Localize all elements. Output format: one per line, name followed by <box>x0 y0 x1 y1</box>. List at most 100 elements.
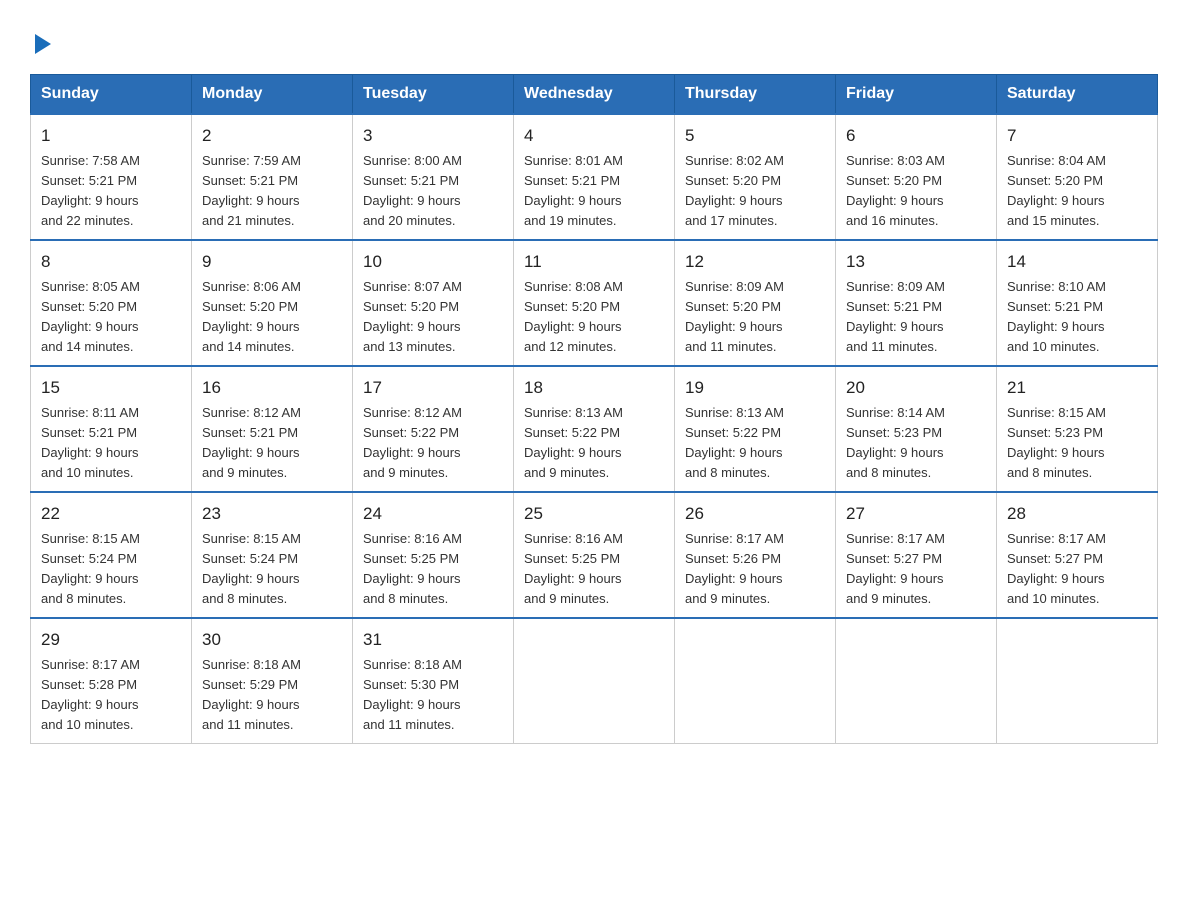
weekday-header-sunday: Sunday <box>31 75 192 115</box>
day-info: Sunrise: 8:17 AMSunset: 5:28 PMDaylight:… <box>41 655 181 736</box>
day-number: 29 <box>41 627 181 653</box>
day-number: 2 <box>202 123 342 149</box>
calendar-cell: 1 Sunrise: 7:58 AMSunset: 5:21 PMDayligh… <box>31 114 192 240</box>
day-info: Sunrise: 8:15 AMSunset: 5:24 PMDaylight:… <box>41 529 181 610</box>
calendar-cell: 15 Sunrise: 8:11 AMSunset: 5:21 PMDaylig… <box>31 366 192 492</box>
day-info: Sunrise: 8:09 AMSunset: 5:21 PMDaylight:… <box>846 277 986 358</box>
day-number: 25 <box>524 501 664 527</box>
calendar-table: SundayMondayTuesdayWednesdayThursdayFrid… <box>30 74 1158 744</box>
calendar-cell: 2 Sunrise: 7:59 AMSunset: 5:21 PMDayligh… <box>192 114 353 240</box>
weekday-header-saturday: Saturday <box>997 75 1158 115</box>
day-info: Sunrise: 8:03 AMSunset: 5:20 PMDaylight:… <box>846 151 986 232</box>
day-number: 24 <box>363 501 503 527</box>
calendar-cell: 12 Sunrise: 8:09 AMSunset: 5:20 PMDaylig… <box>675 240 836 366</box>
day-info: Sunrise: 8:01 AMSunset: 5:21 PMDaylight:… <box>524 151 664 232</box>
calendar-cell: 19 Sunrise: 8:13 AMSunset: 5:22 PMDaylig… <box>675 366 836 492</box>
day-number: 28 <box>1007 501 1147 527</box>
day-info: Sunrise: 7:58 AMSunset: 5:21 PMDaylight:… <box>41 151 181 232</box>
day-info: Sunrise: 8:15 AMSunset: 5:24 PMDaylight:… <box>202 529 342 610</box>
calendar-week-1: 1 Sunrise: 7:58 AMSunset: 5:21 PMDayligh… <box>31 114 1158 240</box>
calendar-cell: 11 Sunrise: 8:08 AMSunset: 5:20 PMDaylig… <box>514 240 675 366</box>
day-number: 10 <box>363 249 503 275</box>
day-number: 20 <box>846 375 986 401</box>
day-number: 3 <box>363 123 503 149</box>
day-number: 15 <box>41 375 181 401</box>
weekday-header-wednesday: Wednesday <box>514 75 675 115</box>
day-number: 7 <box>1007 123 1147 149</box>
logo-general-text <box>30 28 51 56</box>
day-number: 31 <box>363 627 503 653</box>
day-info: Sunrise: 8:04 AMSunset: 5:20 PMDaylight:… <box>1007 151 1147 232</box>
day-number: 19 <box>685 375 825 401</box>
day-number: 21 <box>1007 375 1147 401</box>
calendar-cell: 24 Sunrise: 8:16 AMSunset: 5:25 PMDaylig… <box>353 492 514 618</box>
day-number: 6 <box>846 123 986 149</box>
calendar-cell <box>675 618 836 744</box>
calendar-cell: 17 Sunrise: 8:12 AMSunset: 5:22 PMDaylig… <box>353 366 514 492</box>
calendar-cell: 30 Sunrise: 8:18 AMSunset: 5:29 PMDaylig… <box>192 618 353 744</box>
day-info: Sunrise: 8:09 AMSunset: 5:20 PMDaylight:… <box>685 277 825 358</box>
calendar-cell: 6 Sunrise: 8:03 AMSunset: 5:20 PMDayligh… <box>836 114 997 240</box>
calendar-cell: 7 Sunrise: 8:04 AMSunset: 5:20 PMDayligh… <box>997 114 1158 240</box>
day-info: Sunrise: 8:16 AMSunset: 5:25 PMDaylight:… <box>524 529 664 610</box>
day-number: 1 <box>41 123 181 149</box>
weekday-header-thursday: Thursday <box>675 75 836 115</box>
day-info: Sunrise: 8:00 AMSunset: 5:21 PMDaylight:… <box>363 151 503 232</box>
calendar-cell: 22 Sunrise: 8:15 AMSunset: 5:24 PMDaylig… <box>31 492 192 618</box>
day-info: Sunrise: 8:16 AMSunset: 5:25 PMDaylight:… <box>363 529 503 610</box>
calendar-cell: 8 Sunrise: 8:05 AMSunset: 5:20 PMDayligh… <box>31 240 192 366</box>
day-number: 18 <box>524 375 664 401</box>
day-info: Sunrise: 8:11 AMSunset: 5:21 PMDaylight:… <box>41 403 181 484</box>
calendar-cell: 3 Sunrise: 8:00 AMSunset: 5:21 PMDayligh… <box>353 114 514 240</box>
day-info: Sunrise: 7:59 AMSunset: 5:21 PMDaylight:… <box>202 151 342 232</box>
day-info: Sunrise: 8:06 AMSunset: 5:20 PMDaylight:… <box>202 277 342 358</box>
calendar-cell: 16 Sunrise: 8:12 AMSunset: 5:21 PMDaylig… <box>192 366 353 492</box>
day-number: 11 <box>524 249 664 275</box>
calendar-cell: 28 Sunrise: 8:17 AMSunset: 5:27 PMDaylig… <box>997 492 1158 618</box>
calendar-cell <box>997 618 1158 744</box>
day-number: 8 <box>41 249 181 275</box>
day-info: Sunrise: 8:12 AMSunset: 5:22 PMDaylight:… <box>363 403 503 484</box>
day-number: 14 <box>1007 249 1147 275</box>
day-info: Sunrise: 8:10 AMSunset: 5:21 PMDaylight:… <box>1007 277 1147 358</box>
calendar-cell: 18 Sunrise: 8:13 AMSunset: 5:22 PMDaylig… <box>514 366 675 492</box>
day-info: Sunrise: 8:13 AMSunset: 5:22 PMDaylight:… <box>685 403 825 484</box>
day-number: 30 <box>202 627 342 653</box>
calendar-week-5: 29 Sunrise: 8:17 AMSunset: 5:28 PMDaylig… <box>31 618 1158 744</box>
day-info: Sunrise: 8:18 AMSunset: 5:29 PMDaylight:… <box>202 655 342 736</box>
calendar-cell: 21 Sunrise: 8:15 AMSunset: 5:23 PMDaylig… <box>997 366 1158 492</box>
calendar-week-3: 15 Sunrise: 8:11 AMSunset: 5:21 PMDaylig… <box>31 366 1158 492</box>
day-info: Sunrise: 8:12 AMSunset: 5:21 PMDaylight:… <box>202 403 342 484</box>
calendar-cell: 9 Sunrise: 8:06 AMSunset: 5:20 PMDayligh… <box>192 240 353 366</box>
day-number: 12 <box>685 249 825 275</box>
weekday-header-friday: Friday <box>836 75 997 115</box>
day-info: Sunrise: 8:05 AMSunset: 5:20 PMDaylight:… <box>41 277 181 358</box>
calendar-cell: 14 Sunrise: 8:10 AMSunset: 5:21 PMDaylig… <box>997 240 1158 366</box>
day-number: 22 <box>41 501 181 527</box>
weekday-header-tuesday: Tuesday <box>353 75 514 115</box>
logo <box>30 20 51 56</box>
day-number: 26 <box>685 501 825 527</box>
day-info: Sunrise: 8:18 AMSunset: 5:30 PMDaylight:… <box>363 655 503 736</box>
day-info: Sunrise: 8:14 AMSunset: 5:23 PMDaylight:… <box>846 403 986 484</box>
day-info: Sunrise: 8:17 AMSunset: 5:27 PMDaylight:… <box>846 529 986 610</box>
calendar-cell <box>514 618 675 744</box>
calendar-week-4: 22 Sunrise: 8:15 AMSunset: 5:24 PMDaylig… <box>31 492 1158 618</box>
day-number: 9 <box>202 249 342 275</box>
weekday-header-monday: Monday <box>192 75 353 115</box>
calendar-cell: 20 Sunrise: 8:14 AMSunset: 5:23 PMDaylig… <box>836 366 997 492</box>
day-number: 4 <box>524 123 664 149</box>
day-info: Sunrise: 8:17 AMSunset: 5:27 PMDaylight:… <box>1007 529 1147 610</box>
calendar-cell <box>836 618 997 744</box>
calendar-week-2: 8 Sunrise: 8:05 AMSunset: 5:20 PMDayligh… <box>31 240 1158 366</box>
day-number: 13 <box>846 249 986 275</box>
day-number: 23 <box>202 501 342 527</box>
day-info: Sunrise: 8:13 AMSunset: 5:22 PMDaylight:… <box>524 403 664 484</box>
day-number: 16 <box>202 375 342 401</box>
calendar-cell: 25 Sunrise: 8:16 AMSunset: 5:25 PMDaylig… <box>514 492 675 618</box>
day-number: 27 <box>846 501 986 527</box>
calendar-cell: 4 Sunrise: 8:01 AMSunset: 5:21 PMDayligh… <box>514 114 675 240</box>
day-info: Sunrise: 8:02 AMSunset: 5:20 PMDaylight:… <box>685 151 825 232</box>
calendar-cell: 13 Sunrise: 8:09 AMSunset: 5:21 PMDaylig… <box>836 240 997 366</box>
calendar-cell: 27 Sunrise: 8:17 AMSunset: 5:27 PMDaylig… <box>836 492 997 618</box>
